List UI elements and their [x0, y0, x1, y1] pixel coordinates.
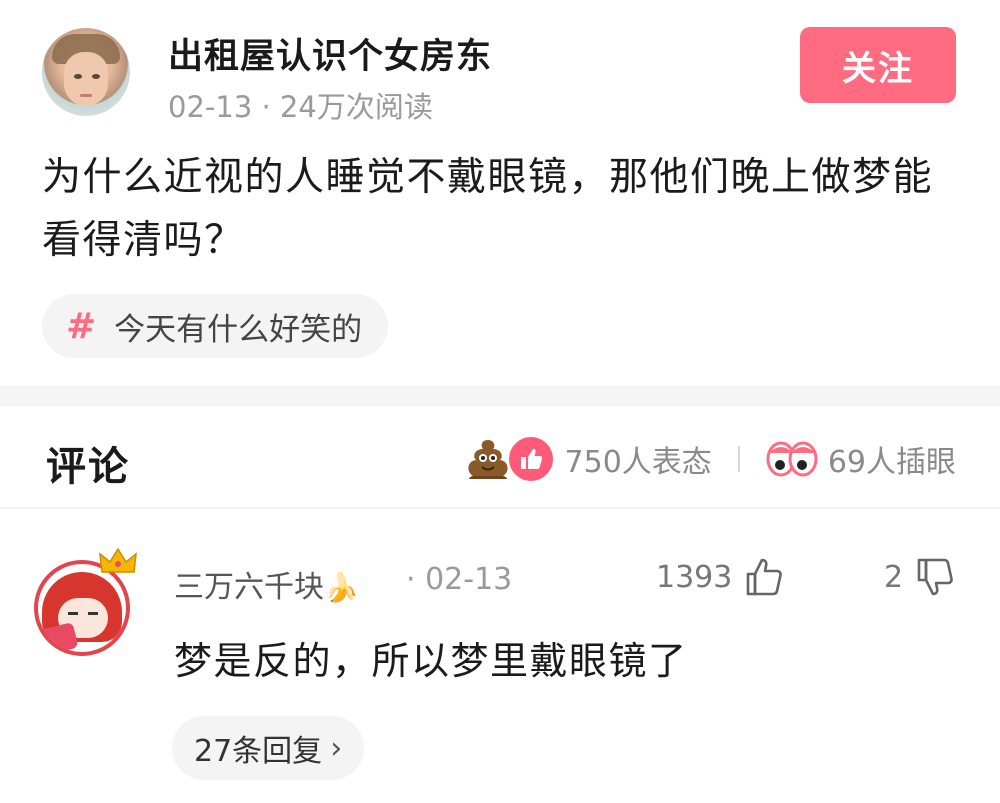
- comment-like-button[interactable]: 1393: [656, 556, 784, 598]
- eyes-emoji-icon: [766, 439, 818, 479]
- comment-username[interactable]: 三万六千块🍌: [174, 562, 359, 606]
- comment-like-count: 1393: [656, 559, 733, 595]
- eye-count: 69人插眼: [827, 445, 956, 480]
- avatar-mouth: [80, 94, 92, 97]
- topic-tag-label: 今天有什么好笑的: [114, 311, 363, 348]
- reaction-separator: [737, 446, 740, 472]
- follow-button[interactable]: 关注: [800, 27, 956, 103]
- topic-tag[interactable]: # 今天有什么好笑的: [42, 294, 389, 358]
- comment-replies-button[interactable]: 27条回复 ›: [172, 716, 365, 780]
- banana-icon: 🍌: [324, 571, 359, 604]
- thumbs-up-badge-icon: [506, 435, 555, 483]
- post-title: 为什么近视的人睡觉不戴眼镜，那他们晚上做梦能看得清吗？: [42, 155, 934, 263]
- section-divider: [0, 386, 1000, 406]
- poop-emoji-icon: [463, 436, 513, 482]
- post-meta: 02-13 · 24万次阅读: [168, 90, 433, 124]
- reactions-summary[interactable]: 750人表态 69人插眼: [463, 432, 956, 486]
- comment-date: · 02-13: [406, 562, 513, 597]
- comment-username-text: 三万六千块: [174, 570, 324, 605]
- hashtag-icon: #: [66, 305, 97, 347]
- thumbs-down-icon: [917, 558, 953, 596]
- comment-dislike-count: 2: [884, 559, 904, 595]
- commenter-avatar-eye-right: [88, 612, 98, 615]
- thumbs-up-icon: [747, 558, 783, 596]
- avatar-eye-left: [74, 74, 82, 79]
- commenter-avatar[interactable]: [34, 546, 142, 658]
- author-name[interactable]: 出租屋认识个女房东: [168, 28, 492, 79]
- author-avatar[interactable]: [42, 28, 130, 116]
- comments-divider: [0, 507, 1000, 509]
- chevron-right-icon: ›: [330, 730, 343, 766]
- crown-icon: [98, 546, 138, 576]
- avatar-face: [64, 52, 108, 106]
- replies-label: 27条回复: [194, 734, 323, 769]
- comment-text: 梦是反的，所以梦里戴眼镜了: [174, 639, 688, 683]
- avatar-eye-right: [92, 74, 100, 79]
- reaction-count: 750人表态: [564, 445, 712, 480]
- comment-dislike-button[interactable]: 2: [884, 556, 955, 598]
- comments-title: 评论: [46, 444, 130, 490]
- commenter-avatar-eye-left: [68, 612, 78, 615]
